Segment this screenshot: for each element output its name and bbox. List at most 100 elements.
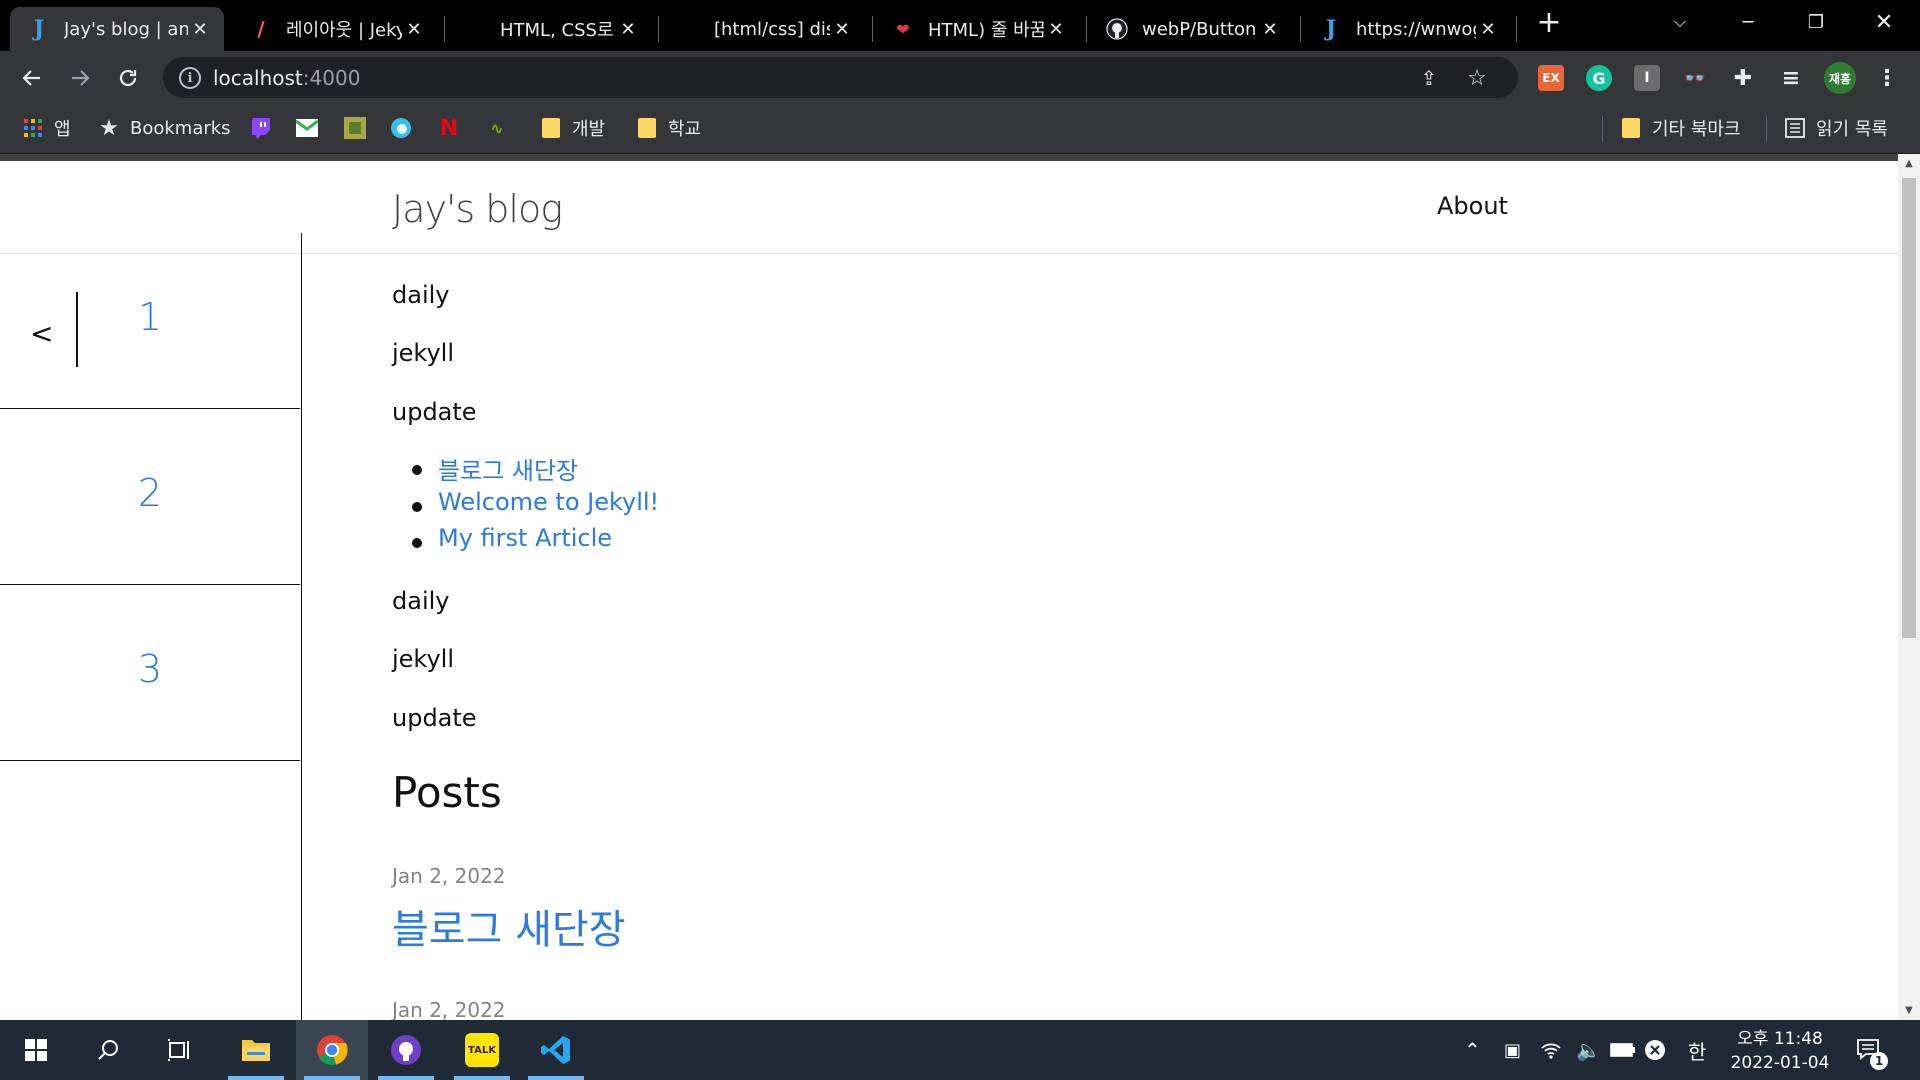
- bookmark-star-icon[interactable]: ☆: [1463, 64, 1491, 92]
- bookmarks-bar: 앱 ★ Bookmarks N ∿ 개발 학교 기타 북마크 읽기 목록: [0, 104, 1920, 154]
- bookmark-apps[interactable]: 앱: [22, 114, 71, 142]
- page-cell-2: 2: [0, 409, 300, 585]
- close-window-button[interactable]: ✕: [1850, 0, 1918, 44]
- action-center-button[interactable]: 1: [1856, 1020, 1888, 1080]
- post-link[interactable]: My first Article: [438, 524, 612, 552]
- browser-tab-strip: J Jay's blog | an ✕ / 레이아웃 | Jeky ✕ HTML…: [0, 0, 1920, 51]
- extensions-puzzle-icon[interactable]: ✚: [1730, 65, 1756, 91]
- reading-list-button[interactable]: 읽기 목록: [1784, 114, 1888, 142]
- extension-ex-icon[interactable]: EX: [1538, 65, 1564, 91]
- bullet-dot: [412, 465, 422, 475]
- close-tab-icon[interactable]: ✕: [830, 19, 854, 40]
- address-bar[interactable]: i localhost:4000 ⇪ ☆: [163, 57, 1518, 98]
- nav-about-link[interactable]: About: [1437, 192, 1508, 220]
- grammarly-icon[interactable]: G: [1586, 65, 1612, 91]
- tab-github-webp[interactable]: webP/Button.c ✕: [1088, 7, 1294, 51]
- bookmark-folder-dev[interactable]: 개발: [540, 114, 605, 142]
- restore-button[interactable]: ❐: [1782, 0, 1850, 44]
- meet-now-icon[interactable]: ▣: [1504, 1020, 1521, 1080]
- folder-icon: [1620, 117, 1642, 139]
- forward-button[interactable]: [62, 60, 98, 96]
- bookmark-edge[interactable]: [390, 114, 422, 142]
- bookmark-label: 개발: [572, 119, 606, 140]
- vscode-icon: [541, 1036, 570, 1064]
- page-link-3[interactable]: 3: [130, 647, 170, 691]
- new-tab-button[interactable]: +: [1516, 0, 1582, 44]
- task-view-button[interactable]: [144, 1020, 216, 1080]
- minimize-button[interactable]: ─: [1714, 0, 1782, 44]
- tab-html-css-display[interactable]: [html/css] disp ✕: [660, 7, 866, 51]
- tab-search-chevron-icon[interactable]: ⌵: [1646, 0, 1714, 44]
- volume-icon[interactable]: 🔈: [1576, 1020, 1601, 1080]
- ime-indicator[interactable]: 한: [1688, 1020, 1706, 1080]
- kakaotalk-icon: TALK: [465, 1033, 499, 1067]
- blank-favicon-icon: [464, 18, 486, 40]
- close-tab-icon[interactable]: ✕: [1476, 19, 1500, 40]
- tab-title: webP/Button.c: [1142, 18, 1258, 40]
- bookmark-game[interactable]: [344, 114, 376, 142]
- tab-wnwog[interactable]: J https://wnwog ✕: [1302, 7, 1512, 51]
- site-title-link[interactable]: Jay's blog: [392, 187, 563, 231]
- menu-kebab-icon[interactable]: ⋮: [1874, 65, 1900, 91]
- bookmark-netflix[interactable]: N: [438, 114, 470, 142]
- page-scrollbar[interactable]: ▲ ▼: [1898, 154, 1920, 1020]
- wifi-icon[interactable]: [1540, 1020, 1562, 1080]
- tab-separator: [1086, 16, 1087, 42]
- bookmark-twitch[interactable]: [250, 114, 282, 142]
- url-text[interactable]: localhost:4000: [213, 66, 360, 90]
- tab-layout[interactable]: / 레이아웃 | Jeky ✕: [232, 7, 438, 51]
- folder-icon: [242, 1040, 270, 1061]
- clock[interactable]: 오후 11:48 2022-01-04: [1720, 1027, 1840, 1075]
- bookmark-folder-school[interactable]: 학교: [636, 114, 701, 142]
- profile-avatar[interactable]: 재홍: [1824, 62, 1856, 94]
- prev-page-button[interactable]: <: [30, 317, 53, 350]
- page-link-2[interactable]: 2: [130, 471, 170, 515]
- scroll-down-icon[interactable]: ▼: [1903, 1005, 1915, 1016]
- post-link[interactable]: Welcome to Jekyll!: [438, 488, 659, 516]
- bookmark-mail[interactable]: [296, 114, 328, 142]
- close-tab-icon[interactable]: ✕: [616, 19, 640, 40]
- close-tab-icon[interactable]: ✕: [402, 19, 426, 40]
- tab-html-css[interactable]: HTML, CSS로 ✕: [446, 7, 652, 51]
- glasses-extension-icon[interactable]: 👓: [1682, 65, 1708, 91]
- page-link-1[interactable]: 1: [130, 295, 170, 339]
- post-link[interactable]: 블로그 새단장: [438, 451, 578, 486]
- show-hidden-icons-chevron[interactable]: ⌃: [1464, 1020, 1481, 1080]
- close-tab-icon[interactable]: ✕: [1044, 19, 1068, 40]
- jekyll-favicon-icon: J: [1325, 16, 1337, 42]
- bookmark-other-folder[interactable]: 기타 북마크: [1620, 114, 1741, 142]
- post-date: Jan 2, 2022: [392, 998, 506, 1020]
- back-button[interactable]: [14, 60, 50, 96]
- bookmark-bookmarks[interactable]: ★ Bookmarks: [98, 114, 230, 142]
- taskbar-vscode[interactable]: [520, 1020, 592, 1080]
- mail-icon: [296, 117, 318, 139]
- post-title-link[interactable]: 블로그 새단장: [392, 897, 626, 955]
- page-cell-1: < 1: [0, 233, 300, 409]
- search-button[interactable]: [72, 1020, 144, 1080]
- apps-grid-icon: [22, 117, 44, 139]
- close-tab-icon[interactable]: ✕: [188, 19, 212, 40]
- start-button[interactable]: [0, 1020, 72, 1080]
- tab-html-line-break[interactable]: ❤ HTML) 줄 바꿈 ✕: [874, 7, 1080, 51]
- taskbar-chrome[interactable]: [296, 1020, 368, 1080]
- extension-i-icon[interactable]: I: [1634, 65, 1660, 91]
- taskbar-file-explorer[interactable]: [220, 1020, 292, 1080]
- site-info-icon[interactable]: i: [179, 67, 201, 89]
- scroll-up-icon[interactable]: ▲: [1903, 158, 1915, 169]
- reload-button[interactable]: [110, 60, 146, 96]
- bookmark-label: 읽기 목록: [1816, 119, 1888, 140]
- category-label: update: [392, 398, 477, 426]
- notification-count-badge: 1: [1870, 1052, 1888, 1070]
- url-port: :4000: [302, 66, 361, 90]
- bookmark-separator: [1766, 116, 1767, 142]
- bookmark-nvidia[interactable]: ∿: [486, 114, 518, 142]
- scrollbar-thumb[interactable]: [1902, 178, 1916, 638]
- battery-icon[interactable]: [1610, 1020, 1636, 1080]
- taskbar-github-desktop[interactable]: [370, 1020, 442, 1080]
- status-error-icon[interactable]: [1644, 1020, 1666, 1080]
- close-tab-icon[interactable]: ✕: [1258, 19, 1282, 40]
- tab-jays-blog[interactable]: J Jay's blog | an ✕: [10, 7, 224, 51]
- taskbar-kakaotalk[interactable]: TALK: [446, 1020, 518, 1080]
- media-queue-icon[interactable]: ≡: [1778, 65, 1804, 91]
- share-icon[interactable]: ⇪: [1415, 64, 1443, 92]
